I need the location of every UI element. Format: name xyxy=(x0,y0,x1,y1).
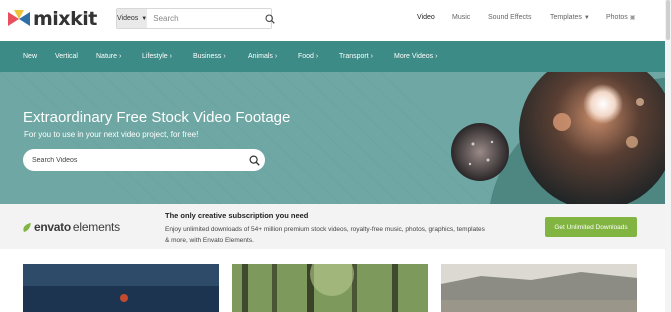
category-label: Animals xyxy=(248,53,273,60)
nav-sound-effects[interactable]: Sound Effects xyxy=(488,14,531,21)
hero-banner: Extraordinary Free Stock Video Footage F… xyxy=(0,72,671,204)
chevron-right-icon: › xyxy=(118,53,122,60)
category-label: Lifestyle xyxy=(142,53,168,60)
video-thumbnail[interactable] xyxy=(23,264,219,312)
nav-video[interactable]: Video xyxy=(417,14,435,21)
category-more-videos[interactable]: More Videos › xyxy=(394,53,437,60)
category-label: Food xyxy=(298,53,314,60)
category-label: Transport xyxy=(339,53,369,60)
category-transport[interactable]: Transport › xyxy=(339,53,373,60)
hero-title: Extraordinary Free Stock Video Footage xyxy=(23,109,291,126)
category-nav: New Vertical Nature › Lifestyle › Busine… xyxy=(0,41,671,72)
envato-elements-logo[interactable]: envato elements xyxy=(22,220,120,234)
nav-templates[interactable]: Templates ▼ xyxy=(550,14,590,21)
search-icon xyxy=(265,13,275,24)
header-search: Videos ▼ xyxy=(116,8,275,29)
search-type-label: Videos xyxy=(117,15,139,22)
category-label: More Videos xyxy=(394,53,434,60)
chevron-right-icon: › xyxy=(274,53,278,60)
nav-templates-label: Templates xyxy=(550,14,582,21)
category-lifestyle[interactable]: Lifestyle › xyxy=(142,53,172,60)
hero-search-button[interactable] xyxy=(243,149,265,171)
category-label: Nature xyxy=(96,53,118,60)
category-nature[interactable]: Nature › xyxy=(96,53,121,60)
chevron-right-icon: › xyxy=(169,53,172,60)
search-icon xyxy=(248,154,260,166)
chevron-right-icon: › xyxy=(223,53,226,60)
nav-photos[interactable]: Photos ▣ xyxy=(606,14,635,21)
chevron-right-icon: › xyxy=(315,53,319,60)
category-animals[interactable]: Animals › xyxy=(248,53,277,60)
get-unlimited-downloads-button[interactable]: Get Unlimited Downloads xyxy=(545,217,637,237)
logo-text: mixkit xyxy=(33,7,97,30)
envato-leaf-icon xyxy=(23,222,31,232)
category-new[interactable]: New xyxy=(23,53,37,60)
nav-music[interactable]: Music xyxy=(452,14,470,21)
video-thumbnail-image xyxy=(232,264,428,312)
hero-subtitle: For you to use in your next video projec… xyxy=(24,130,199,139)
video-thumbnail[interactable] xyxy=(232,264,428,312)
site-header: mixkit Videos ▼ Video Music Sound Effect… xyxy=(0,0,671,40)
page-scrollbar[interactable] xyxy=(665,0,671,312)
category-label: Business xyxy=(193,53,222,60)
chevron-right-icon: › xyxy=(370,53,373,60)
envato-description: Enjoy unlimited downloads of 54+ million… xyxy=(165,226,485,244)
category-business[interactable]: Business › xyxy=(193,53,226,60)
hero-search-input[interactable] xyxy=(23,155,243,165)
category-food[interactable]: Food › xyxy=(298,53,318,60)
envato-heading: The only creative subscription you need xyxy=(165,211,309,220)
nav-photos-label: Photos xyxy=(606,14,628,21)
hero-search xyxy=(23,149,265,171)
chevron-right-icon: › xyxy=(435,53,438,60)
envato-logo-word: envato xyxy=(34,220,71,234)
video-thumbnail-image xyxy=(441,264,637,312)
mixkit-logo[interactable]: mixkit xyxy=(8,8,97,30)
video-thumbnail-image xyxy=(23,264,219,312)
video-thumbnail[interactable] xyxy=(441,264,637,312)
elements-logo-word: elements xyxy=(72,220,120,234)
photo-icon: ▣ xyxy=(629,15,636,21)
search-input[interactable] xyxy=(147,9,266,28)
search-type-dropdown[interactable]: Videos ▼ xyxy=(117,9,148,28)
chevron-down-icon: ▼ xyxy=(583,15,590,21)
mixkit-logo-icon xyxy=(8,10,30,26)
scrollbar-thumb[interactable] xyxy=(666,0,670,40)
category-vertical[interactable]: Vertical xyxy=(55,53,78,60)
search-button[interactable] xyxy=(265,10,275,28)
